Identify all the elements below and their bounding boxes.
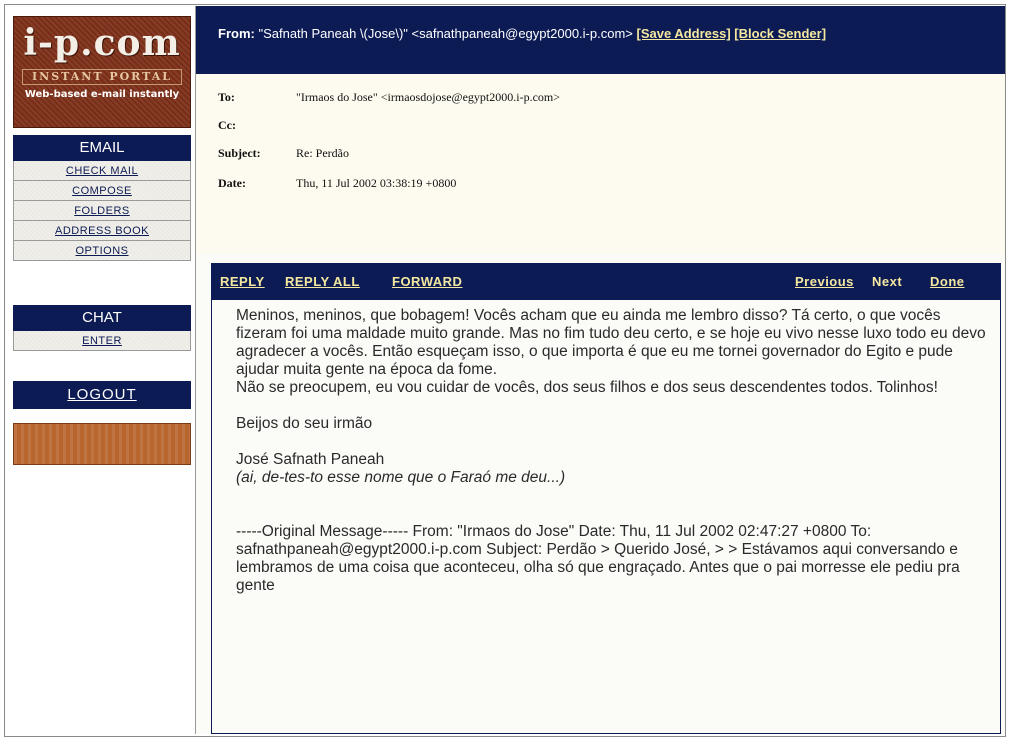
message-paragraph-1: Meninos, meninos, que bobagem! Vocês ach… [236, 307, 990, 378]
sidebar: i-p.com INSTANT PORTAL Web-based e-mail … [6, 6, 196, 734]
message-toolbar: REPLY REPLY ALL FORWARD Previous Next Do… [212, 264, 1000, 300]
done-link[interactable]: Done [930, 274, 965, 289]
chat-enter-link[interactable]: ENTER [13, 331, 191, 351]
save-address-link[interactable]: [Save Address] [637, 26, 731, 41]
from-bar: From: "Safnath Paneah \(Jose\)" <safnath… [196, 6, 1005, 74]
date-row: Date: Thu, 11 Jul 2002 03:38:19 +0800 [218, 176, 456, 191]
message-view: From: "Safnath Paneah \(Jose\)" <safnath… [196, 6, 1005, 734]
original-message: -----Original Message----- From: "Irmaos… [236, 523, 965, 594]
next-link[interactable]: Next [872, 274, 902, 289]
logo-brand: i-p.com [23, 22, 181, 64]
chat-menu: ENTER [13, 331, 191, 351]
cc-label: Cc: [218, 118, 236, 132]
from-label: From: [218, 26, 255, 41]
logout-link[interactable]: LOGOUT [13, 381, 191, 409]
chat-heading: CHAT [13, 305, 191, 331]
email-heading: EMAIL [13, 135, 191, 161]
address-book-link[interactable]: ADDRESS BOOK [13, 221, 191, 241]
to-value: "Irmaos do Jose" <irmaosdojose@egypt2000… [296, 90, 561, 104]
logo-tagline: INSTANT PORTAL [22, 69, 182, 85]
ad-banner[interactable] [13, 423, 191, 465]
check-mail-link[interactable]: CHECK MAIL [13, 161, 191, 181]
compose-link[interactable]: COMPOSE [13, 181, 191, 201]
subject-value: Re: Perdão [296, 146, 349, 160]
options-link[interactable]: OPTIONS [13, 241, 191, 261]
message-headers: To: "Irmaos do Jose" <irmaosdojose@egypt2… [196, 74, 1005, 254]
message-paragraph-2: Não se preocupem, eu vou cuidar de vocês… [236, 379, 938, 396]
site-logo[interactable]: i-p.com INSTANT PORTAL Web-based e-mail … [13, 16, 191, 128]
subject-row: Subject: Re: Perdão [218, 146, 349, 161]
forward-link[interactable]: FORWARD [392, 274, 462, 289]
message-closing: Beijos do seu irmão [236, 415, 373, 432]
email-menu: CHECK MAIL COMPOSE FOLDERS ADDRESS BOOK … [13, 161, 191, 261]
cc-row: Cc: [218, 118, 296, 133]
folders-link[interactable]: FOLDERS [13, 201, 191, 221]
to-row: To: "Irmaos do Jose" <irmaosdojose@egypt2… [218, 90, 560, 105]
date-value: Thu, 11 Jul 2002 03:38:19 +0800 [296, 176, 457, 190]
signature-name: José Safnath Paneah [236, 451, 385, 468]
previous-link[interactable]: Previous [795, 274, 854, 289]
signature-note: (ai, de-tes-to esse nome que o Faraó me … [236, 469, 566, 486]
message-box: REPLY REPLY ALL FORWARD Previous Next Do… [211, 263, 1001, 734]
subject-label: Subject: [218, 146, 261, 160]
logo-subtitle: Web-based e-mail instantly [24, 89, 180, 100]
to-label: To: [218, 90, 235, 104]
date-label: Date: [218, 176, 246, 190]
message-body: Meninos, meninos, que bobagem! Vocês ach… [236, 307, 988, 595]
reply-all-link[interactable]: REPLY ALL [285, 274, 360, 289]
block-sender-link[interactable]: [Block Sender] [734, 26, 826, 41]
from-value: "Safnath Paneah \(Jose\)" <safnathpaneah… [258, 26, 633, 41]
reply-link[interactable]: REPLY [220, 274, 265, 289]
